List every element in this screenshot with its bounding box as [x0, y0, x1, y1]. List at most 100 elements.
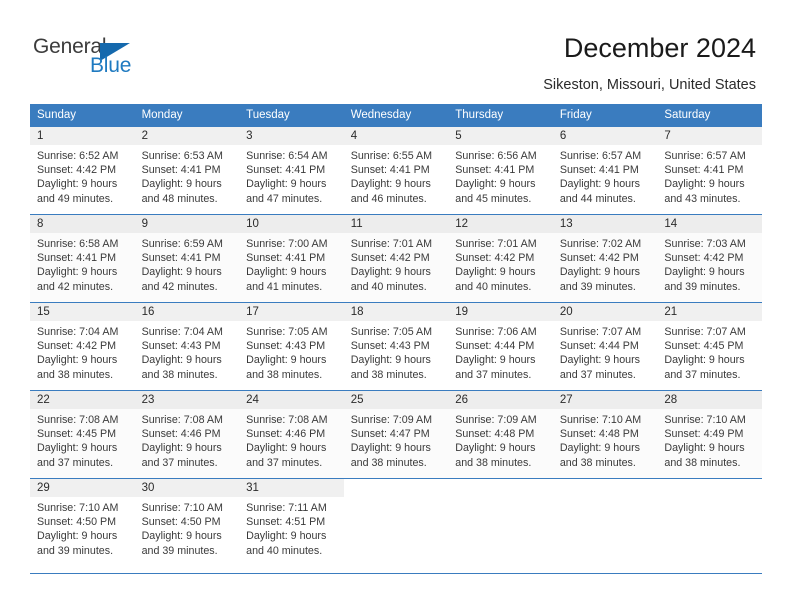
calendar-day-cell[interactable]: 1 Sunrise: 6:52 AM Sunset: 4:42 PM Daylight… [30, 126, 135, 215]
brand-logo[interactable]: General Blue [33, 36, 183, 82]
day-details: Sunrise: 7:08 AM Sunset: 4:46 PM Daylight:… [239, 409, 344, 470]
day-detail-daylight1: Daylight: 9 hours [37, 442, 118, 455]
calendar-day-cell[interactable]: 19 Sunrise: 7:06 AM Sunset: 4:44 PM Dayligh… [448, 302, 553, 391]
day-detail-sunrise: Sunrise: 7:01 AM [455, 238, 537, 250]
day-detail-sunrise: Sunrise: 7:10 AM [664, 414, 746, 426]
day-cell-content: 6 Sunrise: 6:57 AM Sunset: 4:41 PM Daylight… [552, 127, 658, 214]
day-details: Sunrise: 6:57 AM Sunset: 4:41 PM Daylight:… [657, 145, 762, 206]
calendar-day-cell[interactable]: 10 Sunrise: 7:00 AM Sunset: 4:41 PM Dayligh… [239, 214, 344, 303]
day-detail-sunset: Sunset: 4:43 PM [141, 340, 221, 353]
calendar-day-cell[interactable]: 11 Sunrise: 7:01 AM Sunset: 4:42 PM Dayligh… [343, 214, 449, 303]
calendar-week-row: 22 Sunrise: 7:08 AM Sunset: 4:45 PM Dayligh… [30, 390, 762, 479]
calendar-page: General Blue December 2024 Sikeston, Mis… [0, 0, 792, 612]
day-details: Sunrise: 7:04 AM Sunset: 4:42 PM Daylight:… [30, 321, 135, 382]
day-cell-content [553, 479, 658, 567]
day-number: 24 [239, 391, 344, 409]
calendar-day-cell[interactable]: 7 Sunrise: 6:57 AM Sunset: 4:41 PM Daylight… [657, 126, 762, 215]
day-detail-sunrise: Sunrise: 7:02 AM [559, 238, 642, 250]
calendar-week-row: 8 Sunrise: 6:58 AM Sunset: 4:41 PM Daylight… [30, 214, 762, 303]
calendar-empty-cell [448, 478, 553, 567]
calendar-day-cell[interactable]: 13 Sunrise: 7:02 AM Sunset: 4:42 PM Dayligh… [552, 214, 658, 303]
calendar-day-cell[interactable]: 26 Sunrise: 7:09 AM Sunset: 4:48 PM Dayligh… [448, 390, 553, 479]
day-detail-daylight2: and 39 minutes. [37, 544, 114, 557]
calendar-day-cell[interactable]: 8 Sunrise: 6:58 AM Sunset: 4:41 PM Daylight… [30, 214, 135, 303]
day-number: 17 [239, 303, 344, 321]
calendar-day-cell[interactable]: 29 Sunrise: 7:10 AM Sunset: 4:50 PM Dayligh… [30, 478, 135, 567]
page-subtitle-location: Sikeston, Missouri, United States [543, 77, 756, 93]
day-number: 28 [657, 391, 762, 409]
day-number: 26 [448, 391, 553, 409]
day-detail-daylight2: and 38 minutes. [37, 368, 114, 381]
calendar-day-cell[interactable]: 21 Sunrise: 7:07 AM Sunset: 4:45 PM Dayligh… [657, 302, 762, 391]
day-details: Sunrise: 7:09 AM Sunset: 4:48 PM Daylight:… [448, 409, 553, 470]
calendar-day-cell[interactable]: 18 Sunrise: 7:05 AM Sunset: 4:43 PM Dayligh… [343, 302, 449, 391]
calendar-day-cell[interactable]: 16 Sunrise: 7:04 AM Sunset: 4:43 PM Dayligh… [134, 302, 240, 391]
calendar-day-cell[interactable]: 31 Sunrise: 7:11 AM Sunset: 4:51 PM Dayligh… [239, 478, 344, 567]
day-number: 20 [552, 303, 658, 321]
day-detail-sunrise: Sunrise: 6:55 AM [350, 150, 433, 162]
calendar-day-cell[interactable]: 28 Sunrise: 7:10 AM Sunset: 4:49 PM Dayligh… [657, 390, 762, 479]
day-detail-daylight1: Daylight: 9 hours [455, 178, 536, 191]
day-number: 10 [239, 215, 344, 233]
day-number: 27 [552, 391, 658, 409]
day-detail-sunset: Sunset: 4:45 PM [37, 428, 117, 441]
day-detail-daylight1: Daylight: 9 hours [350, 266, 431, 279]
day-cell-content: 14 Sunrise: 7:03 AM Sunset: 4:42 PM Dayligh… [657, 215, 762, 302]
calendar-day-cell[interactable]: 27 Sunrise: 7:10 AM Sunset: 4:48 PM Dayligh… [552, 390, 658, 479]
day-number: 30 [134, 479, 240, 497]
day-detail-daylight1: Daylight: 9 hours [141, 530, 222, 543]
calendar-day-cell[interactable]: 17 Sunrise: 7:05 AM Sunset: 4:43 PM Dayligh… [239, 302, 344, 391]
day-details: Sunrise: 7:03 AM Sunset: 4:42 PM Daylight:… [657, 233, 762, 294]
day-detail-sunrise: Sunrise: 7:10 AM [37, 502, 119, 514]
day-detail-sunset: Sunset: 4:50 PM [37, 516, 117, 529]
day-detail-daylight1: Daylight: 9 hours [37, 530, 118, 543]
day-cell-content: 20 Sunrise: 7:07 AM Sunset: 4:44 PM Dayligh… [552, 303, 658, 390]
day-details [448, 497, 553, 501]
day-cell-content: 25 Sunrise: 7:09 AM Sunset: 4:47 PM Dayligh… [343, 391, 449, 478]
day-detail-daylight1: Daylight: 9 hours [141, 266, 222, 279]
calendar-day-cell[interactable]: 5 Sunrise: 6:56 AM Sunset: 4:41 PM Daylight… [448, 126, 553, 215]
calendar-day-cell[interactable]: 12 Sunrise: 7:01 AM Sunset: 4:42 PM Dayligh… [448, 214, 553, 303]
day-detail-daylight2: and 38 minutes. [141, 368, 218, 381]
day-detail-sunset: Sunset: 4:50 PM [141, 516, 221, 529]
day-details: Sunrise: 6:55 AM Sunset: 4:41 PM Daylight:… [344, 145, 449, 206]
weekday-header-friday: Friday [552, 104, 658, 127]
weekday-header-thursday: Thursday [448, 104, 553, 127]
day-detail-daylight1: Daylight: 9 hours [37, 354, 118, 367]
day-details [344, 497, 449, 501]
calendar-day-cell[interactable]: 25 Sunrise: 7:09 AM Sunset: 4:47 PM Dayligh… [343, 390, 449, 479]
calendar-day-cell[interactable]: 3 Sunrise: 6:54 AM Sunset: 4:41 PM Daylight… [239, 126, 344, 215]
day-cell-content: 31 Sunrise: 7:11 AM Sunset: 4:51 PM Dayligh… [239, 479, 344, 567]
day-detail-sunrise: Sunrise: 7:08 AM [141, 414, 223, 426]
day-number: 13 [552, 215, 658, 233]
day-cell-content: 26 Sunrise: 7:09 AM Sunset: 4:48 PM Dayligh… [448, 391, 553, 478]
day-detail-daylight2: and 43 minutes. [664, 192, 741, 205]
calendar-day-cell[interactable]: 22 Sunrise: 7:08 AM Sunset: 4:45 PM Dayligh… [30, 390, 135, 479]
day-details: Sunrise: 7:04 AM Sunset: 4:43 PM Daylight:… [135, 321, 240, 382]
day-detail-daylight1: Daylight: 9 hours [559, 178, 641, 191]
day-detail-sunset: Sunset: 4:41 PM [141, 164, 221, 177]
day-detail-daylight1: Daylight: 9 hours [246, 442, 327, 455]
day-details: Sunrise: 7:06 AM Sunset: 4:44 PM Daylight:… [448, 321, 553, 382]
calendar-day-cell[interactable]: 20 Sunrise: 7:07 AM Sunset: 4:44 PM Dayligh… [552, 302, 658, 391]
day-detail-daylight1: Daylight: 9 hours [350, 442, 431, 455]
calendar-day-cell[interactable]: 14 Sunrise: 7:03 AM Sunset: 4:42 PM Dayligh… [657, 214, 762, 303]
day-detail-sunrise: Sunrise: 6:56 AM [455, 150, 537, 162]
day-details: Sunrise: 7:11 AM Sunset: 4:51 PM Daylight:… [239, 497, 344, 558]
day-detail-daylight1: Daylight: 9 hours [246, 178, 327, 191]
calendar-day-cell[interactable]: 30 Sunrise: 7:10 AM Sunset: 4:50 PM Dayligh… [134, 478, 240, 567]
calendar-day-cell[interactable]: 4 Sunrise: 6:55 AM Sunset: 4:41 PM Daylight… [343, 126, 449, 215]
calendar-day-cell[interactable]: 24 Sunrise: 7:08 AM Sunset: 4:46 PM Dayligh… [239, 390, 344, 479]
day-detail-daylight1: Daylight: 9 hours [455, 266, 536, 279]
day-detail-sunrise: Sunrise: 7:04 AM [141, 326, 223, 338]
calendar-day-cell[interactable]: 15 Sunrise: 7:04 AM Sunset: 4:42 PM Dayligh… [30, 302, 135, 391]
calendar-day-cell[interactable]: 2 Sunrise: 6:53 AM Sunset: 4:41 PM Daylight… [134, 126, 240, 215]
page-title: December 2024 [563, 33, 756, 63]
calendar-day-cell[interactable]: 6 Sunrise: 6:57 AM Sunset: 4:41 PM Daylight… [552, 126, 658, 215]
calendar-day-cell[interactable]: 23 Sunrise: 7:08 AM Sunset: 4:46 PM Dayligh… [134, 390, 240, 479]
day-cell-content: 13 Sunrise: 7:02 AM Sunset: 4:42 PM Dayligh… [552, 215, 658, 302]
day-details: Sunrise: 7:09 AM Sunset: 4:47 PM Daylight:… [344, 409, 449, 470]
day-detail-daylight2: and 48 minutes. [141, 192, 218, 205]
calendar-empty-cell [343, 478, 449, 567]
calendar-day-cell[interactable]: 9 Sunrise: 6:59 AM Sunset: 4:41 PM Daylight… [134, 214, 240, 303]
